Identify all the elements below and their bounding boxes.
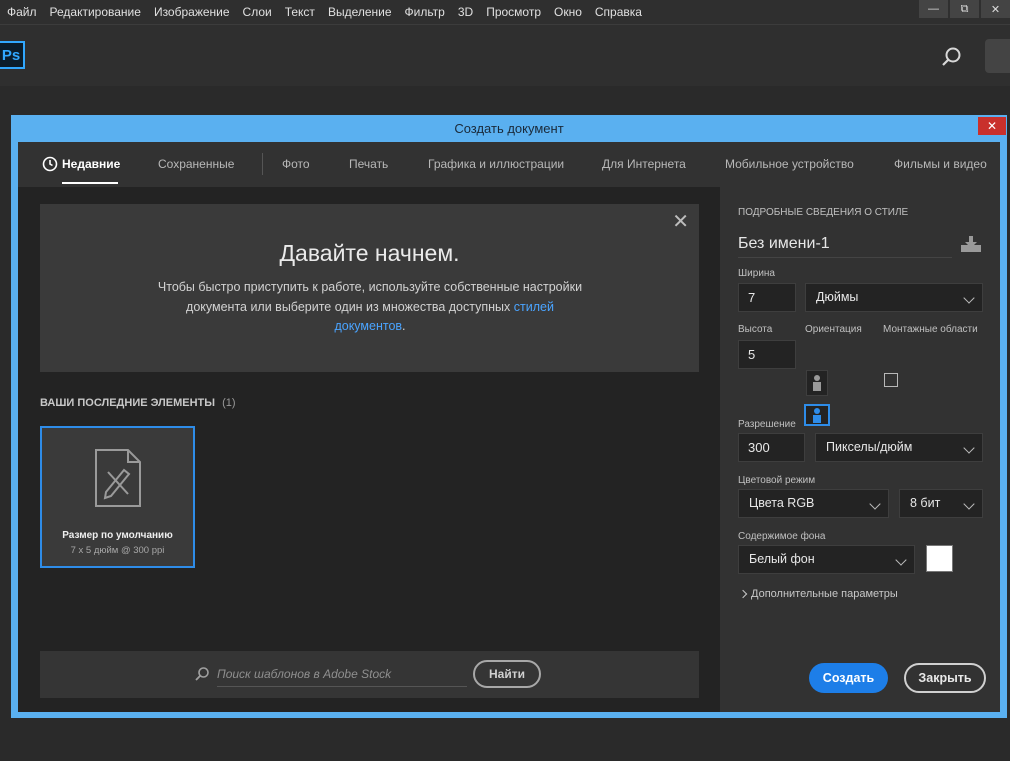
welcome-text-line1: Чтобы быстро приступить к работе, исполь… xyxy=(157,280,583,294)
landscape-orientation-button[interactable] xyxy=(804,404,830,426)
workspace-switcher[interactable] xyxy=(985,39,1010,73)
background-label: Содержимое фона xyxy=(738,531,826,542)
save-preset-icon[interactable] xyxy=(960,235,982,253)
tab-saved[interactable]: Сохраненные xyxy=(158,142,234,187)
welcome-title: Давайте начнем. xyxy=(279,240,460,266)
menu-filter[interactable]: Фильтр xyxy=(398,5,451,19)
chevron-down-icon xyxy=(963,292,975,304)
search-icon[interactable] xyxy=(940,45,964,69)
resolution-input[interactable]: 300 xyxy=(738,433,805,462)
chevron-right-icon xyxy=(738,589,748,599)
color-mode-label: Цветовой режим xyxy=(738,475,816,486)
recent-items-heading: ВАШИ ПОСЛЕДНИЕ ЭЛЕМЕНТЫ (1) xyxy=(40,397,236,409)
tab-mobile[interactable]: Мобильное устройство xyxy=(725,142,854,187)
window-close-button[interactable]: ✕ xyxy=(981,0,1010,18)
stock-search-bar: Найти xyxy=(40,651,699,698)
document-pencil-icon xyxy=(95,449,141,507)
welcome-text-period: . xyxy=(402,319,406,333)
minimize-button[interactable]: — xyxy=(919,0,948,18)
dialog-close-button[interactable]: ✕ xyxy=(978,117,1006,135)
color-mode-select[interactable]: Цвета RGB xyxy=(738,489,889,518)
menu-bar: Файл Редактирование Изображение Слои Тек… xyxy=(0,0,1010,24)
chevron-down-icon xyxy=(963,442,975,454)
height-label: Высота xyxy=(738,324,773,335)
dialog-title: Создать документ xyxy=(454,121,564,136)
width-input[interactable]: 7 xyxy=(738,283,796,312)
bit-depth-select[interactable]: 8 бит xyxy=(899,489,983,518)
welcome-text: Чтобы быстро приступить к работе, исполь… xyxy=(120,278,620,337)
window-controls: — ⧉ ✕ xyxy=(917,0,1010,18)
resolution-unit-value: Пикселы/дюйм xyxy=(826,440,913,454)
tab-print[interactable]: Печать xyxy=(349,142,388,187)
menu-image[interactable]: Изображение xyxy=(147,5,236,19)
dialog-body: Недавние Сохраненные Фото Печать Графика… xyxy=(18,142,1000,712)
color-mode-value: Цвета RGB xyxy=(749,496,815,510)
background-select[interactable]: Белый фон xyxy=(738,545,915,574)
find-button[interactable]: Найти xyxy=(473,660,541,688)
tab-web[interactable]: Для Интернета xyxy=(602,142,686,187)
banner-close-icon[interactable]: ✕ xyxy=(672,212,689,232)
portrait-orientation-button[interactable] xyxy=(806,370,828,396)
recent-heading-text: ВАШИ ПОСЛЕДНИЕ ЭЛЕМЕНТЫ xyxy=(40,397,216,409)
tab-recent[interactable]: Недавние xyxy=(62,142,120,187)
chevron-down-icon xyxy=(869,498,881,510)
close-button[interactable]: Закрыть xyxy=(904,663,986,693)
preset-details-panel: ПОДРОБНЫЕ СВЕДЕНИЯ О СТИЛЕ Без имени-1 Ш… xyxy=(720,187,1000,712)
recent-count: (1) xyxy=(222,397,236,409)
tab-art-illustration[interactable]: Графика и иллюстрации xyxy=(428,142,564,187)
photoshop-logo: Ps xyxy=(0,41,25,69)
clock-icon xyxy=(42,156,58,172)
app-bar: Ps xyxy=(0,24,1010,86)
background-value: Белый фон xyxy=(749,552,815,566)
document-name-field[interactable]: Без имени-1 xyxy=(738,232,952,258)
search-icon xyxy=(195,667,209,681)
menu-view[interactable]: Просмотр xyxy=(479,5,547,19)
person-landscape-icon xyxy=(813,408,821,423)
active-tab-indicator xyxy=(62,182,118,184)
menu-edit[interactable]: Редактирование xyxy=(43,5,147,19)
create-button[interactable]: Создать xyxy=(809,663,888,693)
tab-film-video[interactable]: Фильмы и видео xyxy=(894,142,987,187)
resolution-label: Разрешение xyxy=(738,419,796,430)
preset-tabs: Недавние Сохраненные Фото Печать Графика… xyxy=(18,142,1000,187)
recent-item-name: Размер по умолчанию xyxy=(62,530,173,541)
bit-depth-value: 8 бит xyxy=(910,496,941,510)
artboards-label: Монтажные области xyxy=(883,324,978,335)
menu-window[interactable]: Окно xyxy=(547,5,588,19)
width-unit-value: Дюймы xyxy=(816,290,859,304)
chevron-down-icon xyxy=(963,498,975,510)
menu-3d[interactable]: 3D xyxy=(451,5,479,19)
artboards-checkbox[interactable] xyxy=(884,373,898,387)
menu-file[interactable]: Файл xyxy=(0,5,43,19)
recent-item-card[interactable]: Размер по умолчанию 7 x 5 дюйм @ 300 ppi xyxy=(40,426,195,568)
preset-details-heading: ПОДРОБНЫЕ СВЕДЕНИЯ О СТИЛЕ xyxy=(738,207,909,218)
resolution-unit-select[interactable]: Пикселы/дюйм xyxy=(815,433,983,462)
menu-type[interactable]: Текст xyxy=(278,5,321,19)
tab-divider xyxy=(262,153,263,175)
width-label: Ширина xyxy=(738,268,775,279)
tab-photo[interactable]: Фото xyxy=(282,142,310,187)
background-color-swatch[interactable] xyxy=(926,545,953,572)
menu-help[interactable]: Справка xyxy=(588,5,648,19)
restore-button[interactable]: ⧉ xyxy=(950,0,979,18)
recent-item-details: 7 x 5 дюйм @ 300 ppi xyxy=(70,545,165,556)
width-unit-select[interactable]: Дюймы xyxy=(805,283,983,312)
menu-layers[interactable]: Слои xyxy=(236,5,278,19)
welcome-banner: ✕ Давайте начнем. Чтобы быстро приступит… xyxy=(40,204,699,372)
advanced-options-toggle[interactable]: Дополнительные параметры xyxy=(751,588,898,600)
person-portrait-icon xyxy=(813,375,821,391)
stock-search-input[interactable] xyxy=(217,661,467,687)
orientation-label: Ориентация xyxy=(805,324,862,335)
height-input[interactable]: 5 xyxy=(738,340,796,369)
menu-select[interactable]: Выделение xyxy=(321,5,398,19)
chevron-down-icon xyxy=(895,554,907,566)
new-document-dialog: Создать документ ✕ Недавние Сохраненные … xyxy=(11,115,1007,718)
presets-link[interactable]: стилей xyxy=(514,300,554,314)
documents-link[interactable]: документов xyxy=(334,319,402,333)
welcome-text-line2: документа или выберите один из множества… xyxy=(186,299,511,314)
